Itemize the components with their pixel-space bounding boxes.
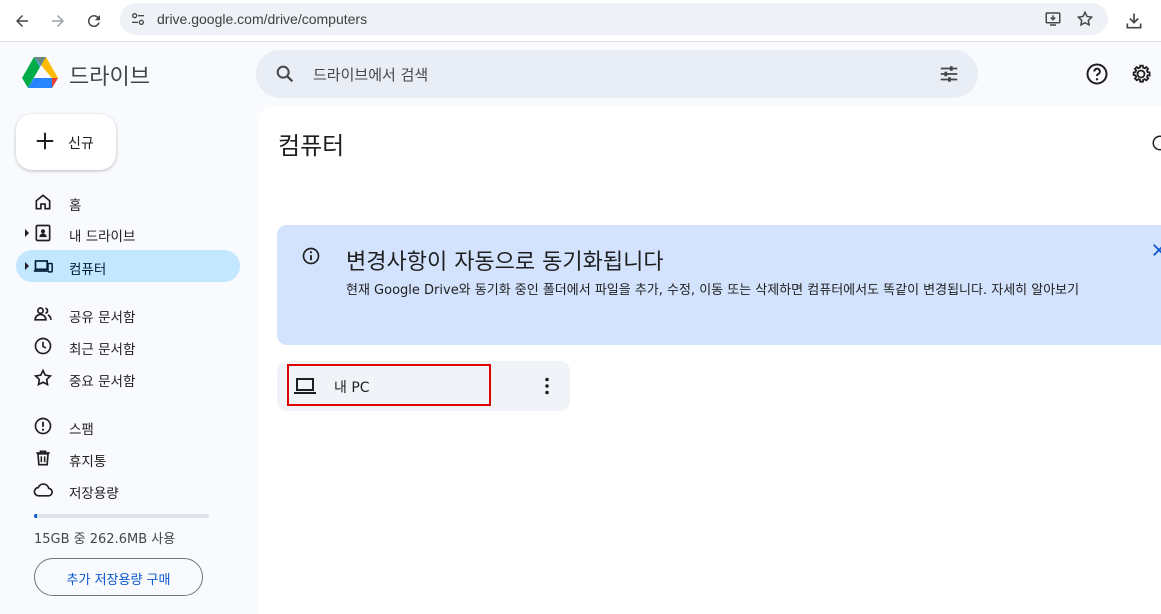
star-icon (33, 368, 53, 387)
cloud-icon (33, 483, 53, 497)
new-button-label: 신규 (68, 136, 94, 152)
sidebar-item-computers[interactable]: 컴퓨터 (16, 250, 240, 282)
url-text[interactable]: drive.google.com/drive/computers (157, 11, 367, 27)
search-options-icon[interactable] (938, 63, 960, 85)
new-button[interactable]: 신규 (16, 114, 116, 170)
forward-arrow-icon[interactable] (45, 8, 71, 34)
sidebar-item-label: 중요 문서함 (69, 374, 136, 390)
back-arrow-icon[interactable] (9, 8, 35, 34)
shared-people-icon (34, 307, 52, 321)
computer-item[interactable]: 내 PC (277, 361, 570, 411)
address-bar[interactable]: drive.google.com/drive/computers (120, 3, 1108, 35)
storage-usage-fill (34, 514, 37, 518)
sidebar-item-storage[interactable]: 저장용량 (16, 474, 240, 506)
spam-icon (34, 417, 52, 435)
sidebar-item-shared[interactable]: 공유 문서함 (16, 298, 240, 330)
search-icon[interactable] (274, 63, 296, 85)
expand-caret-icon[interactable] (25, 229, 29, 237)
trash-icon (36, 450, 50, 466)
drive-logo[interactable] (21, 56, 59, 90)
help-icon[interactable] (1085, 62, 1109, 86)
download-icon[interactable] (1121, 8, 1147, 34)
sidebar-item-label: 홈 (69, 198, 82, 214)
details-info-icon[interactable] (1151, 134, 1161, 152)
close-icon[interactable] (1150, 241, 1161, 259)
storage-usage-bar (34, 514, 209, 518)
clock-icon (34, 337, 52, 355)
app-title[interactable]: 드라이브 (69, 59, 150, 91)
laptop-icon (294, 378, 316, 394)
sync-info-banner: 변경사항이 자동으로 동기화됩니다 현재 Google Drive와 동기화 중… (277, 225, 1161, 345)
sidebar-item-label: 스팸 (69, 422, 94, 438)
sidebar-item-label: 컴퓨터 (69, 262, 107, 278)
more-options-icon[interactable] (535, 374, 559, 398)
storage-usage-text: 15GB 중 262.6MB 사용 (34, 532, 176, 547)
search-bar[interactable]: 드라이브에서 검색 (256, 50, 978, 98)
sidebar-item-my-drive[interactable]: 내 드라이브 (16, 217, 240, 249)
computers-icon (33, 260, 53, 273)
install-app-icon[interactable] (1044, 10, 1062, 28)
settings-gear-icon[interactable] (1129, 62, 1153, 86)
sidebar-item-home[interactable]: 홈 (16, 186, 240, 218)
buy-storage-button[interactable]: 추가 저장용량 구매 (34, 558, 203, 596)
browser-toolbar: drive.google.com/drive/computers (0, 0, 1161, 42)
sidebar-item-starred[interactable]: 중요 문서함 (16, 362, 240, 394)
expand-caret-icon[interactable] (25, 262, 29, 270)
sidebar-item-label: 공유 문서함 (69, 310, 136, 326)
sidebar-item-recent[interactable]: 최근 문서함 (16, 330, 240, 362)
home-icon (35, 194, 51, 210)
info-icon (302, 247, 320, 265)
my-drive-icon (35, 224, 51, 242)
reload-icon[interactable] (81, 8, 107, 34)
sidebar-item-label: 휴지통 (69, 454, 107, 470)
sidebar-item-label: 내 드라이브 (69, 229, 136, 245)
sidebar-item-spam[interactable]: 스팸 (16, 410, 240, 442)
sidebar-item-trash[interactable]: 휴지통 (16, 442, 240, 474)
buy-storage-label: 추가 저장용량 구매 (66, 573, 171, 588)
bookmark-star-icon[interactable] (1076, 10, 1094, 28)
site-settings-icon[interactable] (129, 10, 147, 28)
sidebar-item-label: 최근 문서함 (69, 342, 136, 358)
main-panel: 컴퓨터 변경사항이 자동으로 동기화됩니다 현재 Google Drive와 동… (258, 106, 1161, 614)
plus-icon (36, 132, 54, 150)
sidebar-item-label: 저장용량 (69, 486, 119, 502)
page-title: 컴퓨터 (278, 132, 345, 160)
computer-name[interactable]: 내 PC (334, 377, 370, 397)
banner-title: 변경사항이 자동으로 동기화됩니다 (346, 250, 664, 275)
banner-body: 현재 Google Drive와 동기화 중인 폴더에서 파일을 추가, 수정,… (346, 283, 1080, 298)
search-input[interactable]: 드라이브에서 검색 (313, 64, 428, 85)
